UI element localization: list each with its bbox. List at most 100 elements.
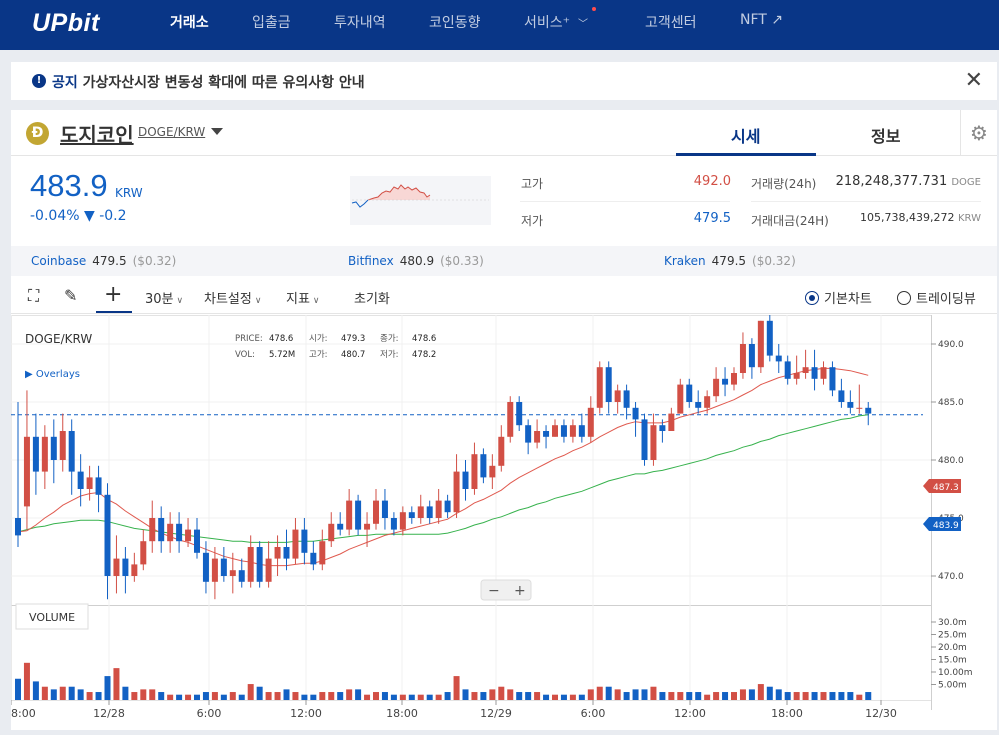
gear-icon[interactable]: ⚙ bbox=[960, 110, 997, 156]
chart-toolbar: ⛶ ✎ + 30분 ∨ 차트설정 ∨ 지표 ∨ 초기화 기본차트 트레이딩뷰 bbox=[11, 278, 997, 314]
volume-bar bbox=[480, 692, 487, 700]
volume-bar bbox=[131, 692, 138, 700]
zoom-out-button[interactable]: − bbox=[488, 583, 500, 599]
zoom-in-button[interactable]: + bbox=[514, 583, 526, 599]
interval-select[interactable]: 30분 ∨ bbox=[145, 288, 183, 307]
radio-basic-chart[interactable]: 기본차트 bbox=[805, 288, 872, 307]
tab-info[interactable]: 정보 bbox=[871, 123, 900, 147]
nav-nft[interactable]: NFT ↗ bbox=[740, 12, 783, 28]
caret-down-icon[interactable] bbox=[211, 128, 223, 135]
volume-bar bbox=[632, 689, 639, 700]
candle-body bbox=[623, 390, 630, 408]
volume-bar bbox=[784, 692, 791, 700]
y-tick-label: 470.0 bbox=[938, 572, 964, 582]
candle-body bbox=[310, 552, 317, 565]
nav-exchange[interactable]: 거래소 bbox=[170, 12, 209, 32]
exchange-bitfinex: Bitfinex 480.9 ($0.33) bbox=[348, 254, 484, 268]
exchange-name[interactable]: Kraken bbox=[664, 254, 706, 268]
candle-body bbox=[587, 407, 594, 437]
radio-unselected-icon bbox=[897, 291, 911, 305]
volume-bar bbox=[489, 689, 496, 700]
x-tick-label: 12:00 bbox=[290, 707, 322, 720]
upbit-logo[interactable]: UPbit bbox=[32, 9, 100, 38]
tab-price[interactable]: 시세 bbox=[731, 123, 760, 147]
info-high-label: 고가: bbox=[309, 350, 328, 360]
volume-bar bbox=[41, 686, 48, 700]
volume-bar bbox=[865, 692, 872, 700]
new-badge-dot bbox=[592, 7, 597, 11]
volume-bar bbox=[301, 694, 308, 700]
candle-body bbox=[32, 436, 39, 472]
radio-tradingview[interactable]: 트레이딩뷰 bbox=[897, 288, 976, 307]
chart-settings-select[interactable]: 차트설정 ∨ bbox=[204, 288, 261, 307]
notice-message: 가상자산시장 변동성 확대에 따른 유의사항 안내 bbox=[82, 75, 365, 91]
nav-coin-trends[interactable]: 코인동향 bbox=[429, 12, 481, 32]
candle-body bbox=[95, 477, 102, 495]
last-price-tag: 483.9 bbox=[933, 521, 959, 531]
ma-price-tag: 487.3 bbox=[933, 483, 959, 493]
reset-button[interactable]: 초기화 bbox=[354, 288, 390, 307]
candle-body bbox=[283, 547, 290, 559]
crosshair-icon[interactable]: + bbox=[104, 282, 122, 307]
volume-bar bbox=[274, 692, 281, 700]
volume-bar bbox=[811, 692, 818, 700]
volume-bar bbox=[668, 692, 675, 700]
chart-pair-label: DOGE/KRW bbox=[25, 332, 92, 346]
volume-bar bbox=[310, 694, 317, 700]
exchange-name[interactable]: Coinbase bbox=[31, 254, 86, 268]
close-icon[interactable]: ✕ bbox=[965, 68, 983, 93]
volume-bar bbox=[86, 692, 93, 700]
volume-bar bbox=[793, 692, 800, 700]
fullscreen-icon[interactable]: ⛶ bbox=[28, 286, 39, 306]
volume-bar bbox=[68, 686, 75, 700]
candle-body bbox=[149, 518, 156, 542]
volume-bar bbox=[328, 692, 335, 700]
candle-body bbox=[23, 436, 30, 507]
candle-body bbox=[390, 518, 397, 530]
radio-label: 트레이딩뷰 bbox=[916, 292, 976, 307]
candle-body bbox=[731, 373, 737, 385]
notice-label: 공지 bbox=[52, 75, 78, 91]
candle-body bbox=[543, 431, 550, 437]
pen-icon[interactable]: ✎ bbox=[64, 286, 77, 305]
exchange-coinbase: Coinbase 479.5 ($0.32) bbox=[31, 254, 176, 268]
chevron-down-icon: ∨ bbox=[176, 296, 184, 306]
nav-customer-center[interactable]: 고객센터 bbox=[645, 12, 697, 32]
candle-body bbox=[722, 378, 729, 385]
volume-bar bbox=[605, 686, 612, 700]
interval-value: 30분 bbox=[145, 292, 174, 307]
volume-bar bbox=[695, 692, 702, 700]
exchange-name[interactable]: Bitfinex bbox=[348, 254, 394, 268]
volume-tick-label: 5.00m bbox=[938, 681, 967, 691]
volume-bar bbox=[390, 694, 397, 700]
candlestick-chart[interactable]: 490.0485.0480.0475.0470.030.0m25.0m20.0m… bbox=[10, 315, 997, 725]
volume-bar bbox=[713, 692, 720, 700]
volume-number: 218,248,377.731 bbox=[835, 174, 948, 189]
overlays-toggle[interactable]: ▶ Overlays bbox=[25, 369, 80, 380]
notice-text[interactable]: 공지 가상자산시장 변동성 확대에 따른 유의사항 안내 bbox=[52, 72, 365, 92]
notice-bar[interactable]: ! 공지 가상자산시장 변동성 확대에 따른 유의사항 안내 ✕ bbox=[11, 62, 997, 100]
candle-body bbox=[713, 378, 720, 397]
nav-investments[interactable]: 투자내역 bbox=[334, 12, 386, 32]
coin-name[interactable]: 도지코인 bbox=[60, 119, 134, 148]
chart-canvas[interactable]: 490.0485.0480.0475.0470.030.0m25.0m20.0m… bbox=[10, 315, 997, 725]
volume-bar bbox=[247, 684, 254, 700]
volume-bar bbox=[507, 689, 514, 700]
candle-body bbox=[453, 471, 460, 513]
candle-body bbox=[292, 529, 299, 559]
volume-bar bbox=[185, 694, 192, 700]
low-value: 479.5 bbox=[693, 211, 731, 226]
nav-deposit-withdraw[interactable]: 입출금 bbox=[252, 12, 291, 32]
candle-body bbox=[766, 320, 773, 356]
volume-bar bbox=[77, 689, 84, 700]
candle-body bbox=[757, 320, 764, 368]
indicators-select[interactable]: 지표 ∨ bbox=[286, 288, 320, 307]
info-close-label: 종가: bbox=[380, 334, 399, 344]
exchange-prices: Coinbase 479.5 ($0.32) Bitfinex 480.9 ($0.33… bbox=[11, 246, 997, 276]
candle-body bbox=[677, 384, 684, 414]
nav-services[interactable]: 서비스⁺ ﹀ bbox=[524, 7, 597, 32]
trade-value: 105,738,439,272 KRW bbox=[831, 211, 981, 224]
coin-pair[interactable]: DOGE/KRW bbox=[138, 125, 205, 139]
active-tool-indicator bbox=[96, 311, 132, 313]
volume-bar bbox=[337, 692, 344, 700]
